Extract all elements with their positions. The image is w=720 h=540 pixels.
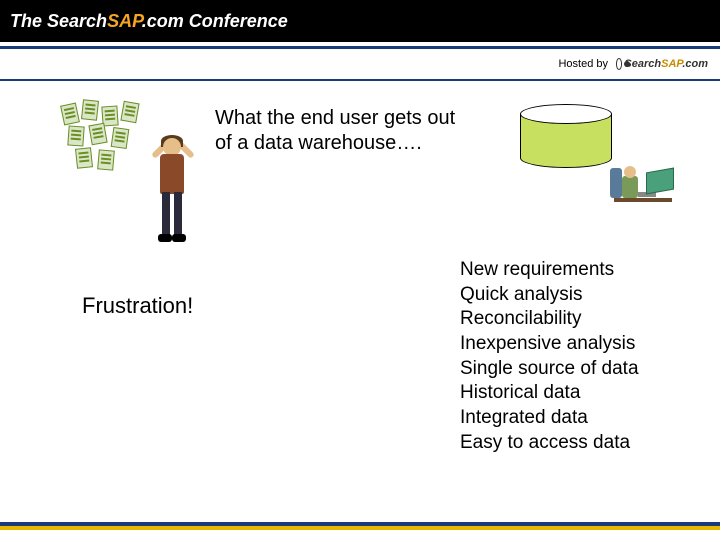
header-title: The SearchSAP.com Conference bbox=[10, 11, 288, 32]
brand-suffix: .com bbox=[142, 11, 184, 31]
benefit-item: Historical data bbox=[460, 381, 639, 406]
brand-conference: Conference bbox=[184, 11, 288, 31]
frustration-label: Frustration! bbox=[82, 293, 193, 319]
slide-content: What the end user gets out of a data war… bbox=[0, 98, 720, 498]
person-at-computer-icon bbox=[608, 164, 678, 222]
hosted-brand-text: SearchSAP.com bbox=[624, 58, 708, 70]
benefit-item: Single source of data bbox=[460, 357, 639, 382]
hosted-by-row: Hosted by SearchSAP.com bbox=[0, 49, 720, 79]
scattered-papers-icon bbox=[58, 100, 148, 180]
benefit-item: Easy to access data bbox=[460, 431, 639, 456]
header-bar: The SearchSAP.com Conference bbox=[0, 0, 720, 42]
hosted-logo-sap: SAP bbox=[661, 58, 682, 70]
benefit-item: Reconcilability bbox=[460, 307, 639, 332]
brand-sap: SAP bbox=[107, 11, 142, 31]
hosted-by-label: Hosted by bbox=[558, 58, 608, 70]
benefits-list: New requirements Quick analysis Reconcil… bbox=[460, 258, 639, 456]
slide-title: What the end user gets out of a data war… bbox=[215, 106, 455, 156]
brand-prefix: The bbox=[10, 11, 47, 31]
benefit-item: Integrated data bbox=[460, 406, 639, 431]
footer-divider-gold bbox=[0, 526, 720, 530]
benefit-item: New requirements bbox=[460, 258, 639, 283]
frustrated-person-icon bbox=[148, 138, 198, 248]
divider-under-hosted bbox=[0, 79, 720, 81]
eye-icon bbox=[616, 58, 622, 70]
slide-title-line1: What the end user gets out bbox=[215, 106, 455, 131]
brand-search: Search bbox=[47, 11, 107, 31]
hosted-logo-suffix: .com bbox=[682, 58, 708, 70]
benefit-item: Quick analysis bbox=[460, 283, 639, 308]
hosted-by-logo: SearchSAP.com bbox=[616, 53, 708, 75]
database-cylinder-icon bbox=[520, 104, 612, 168]
slide-title-line2: of a data warehouse…. bbox=[215, 131, 455, 156]
benefit-item: Inexpensive analysis bbox=[460, 332, 639, 357]
